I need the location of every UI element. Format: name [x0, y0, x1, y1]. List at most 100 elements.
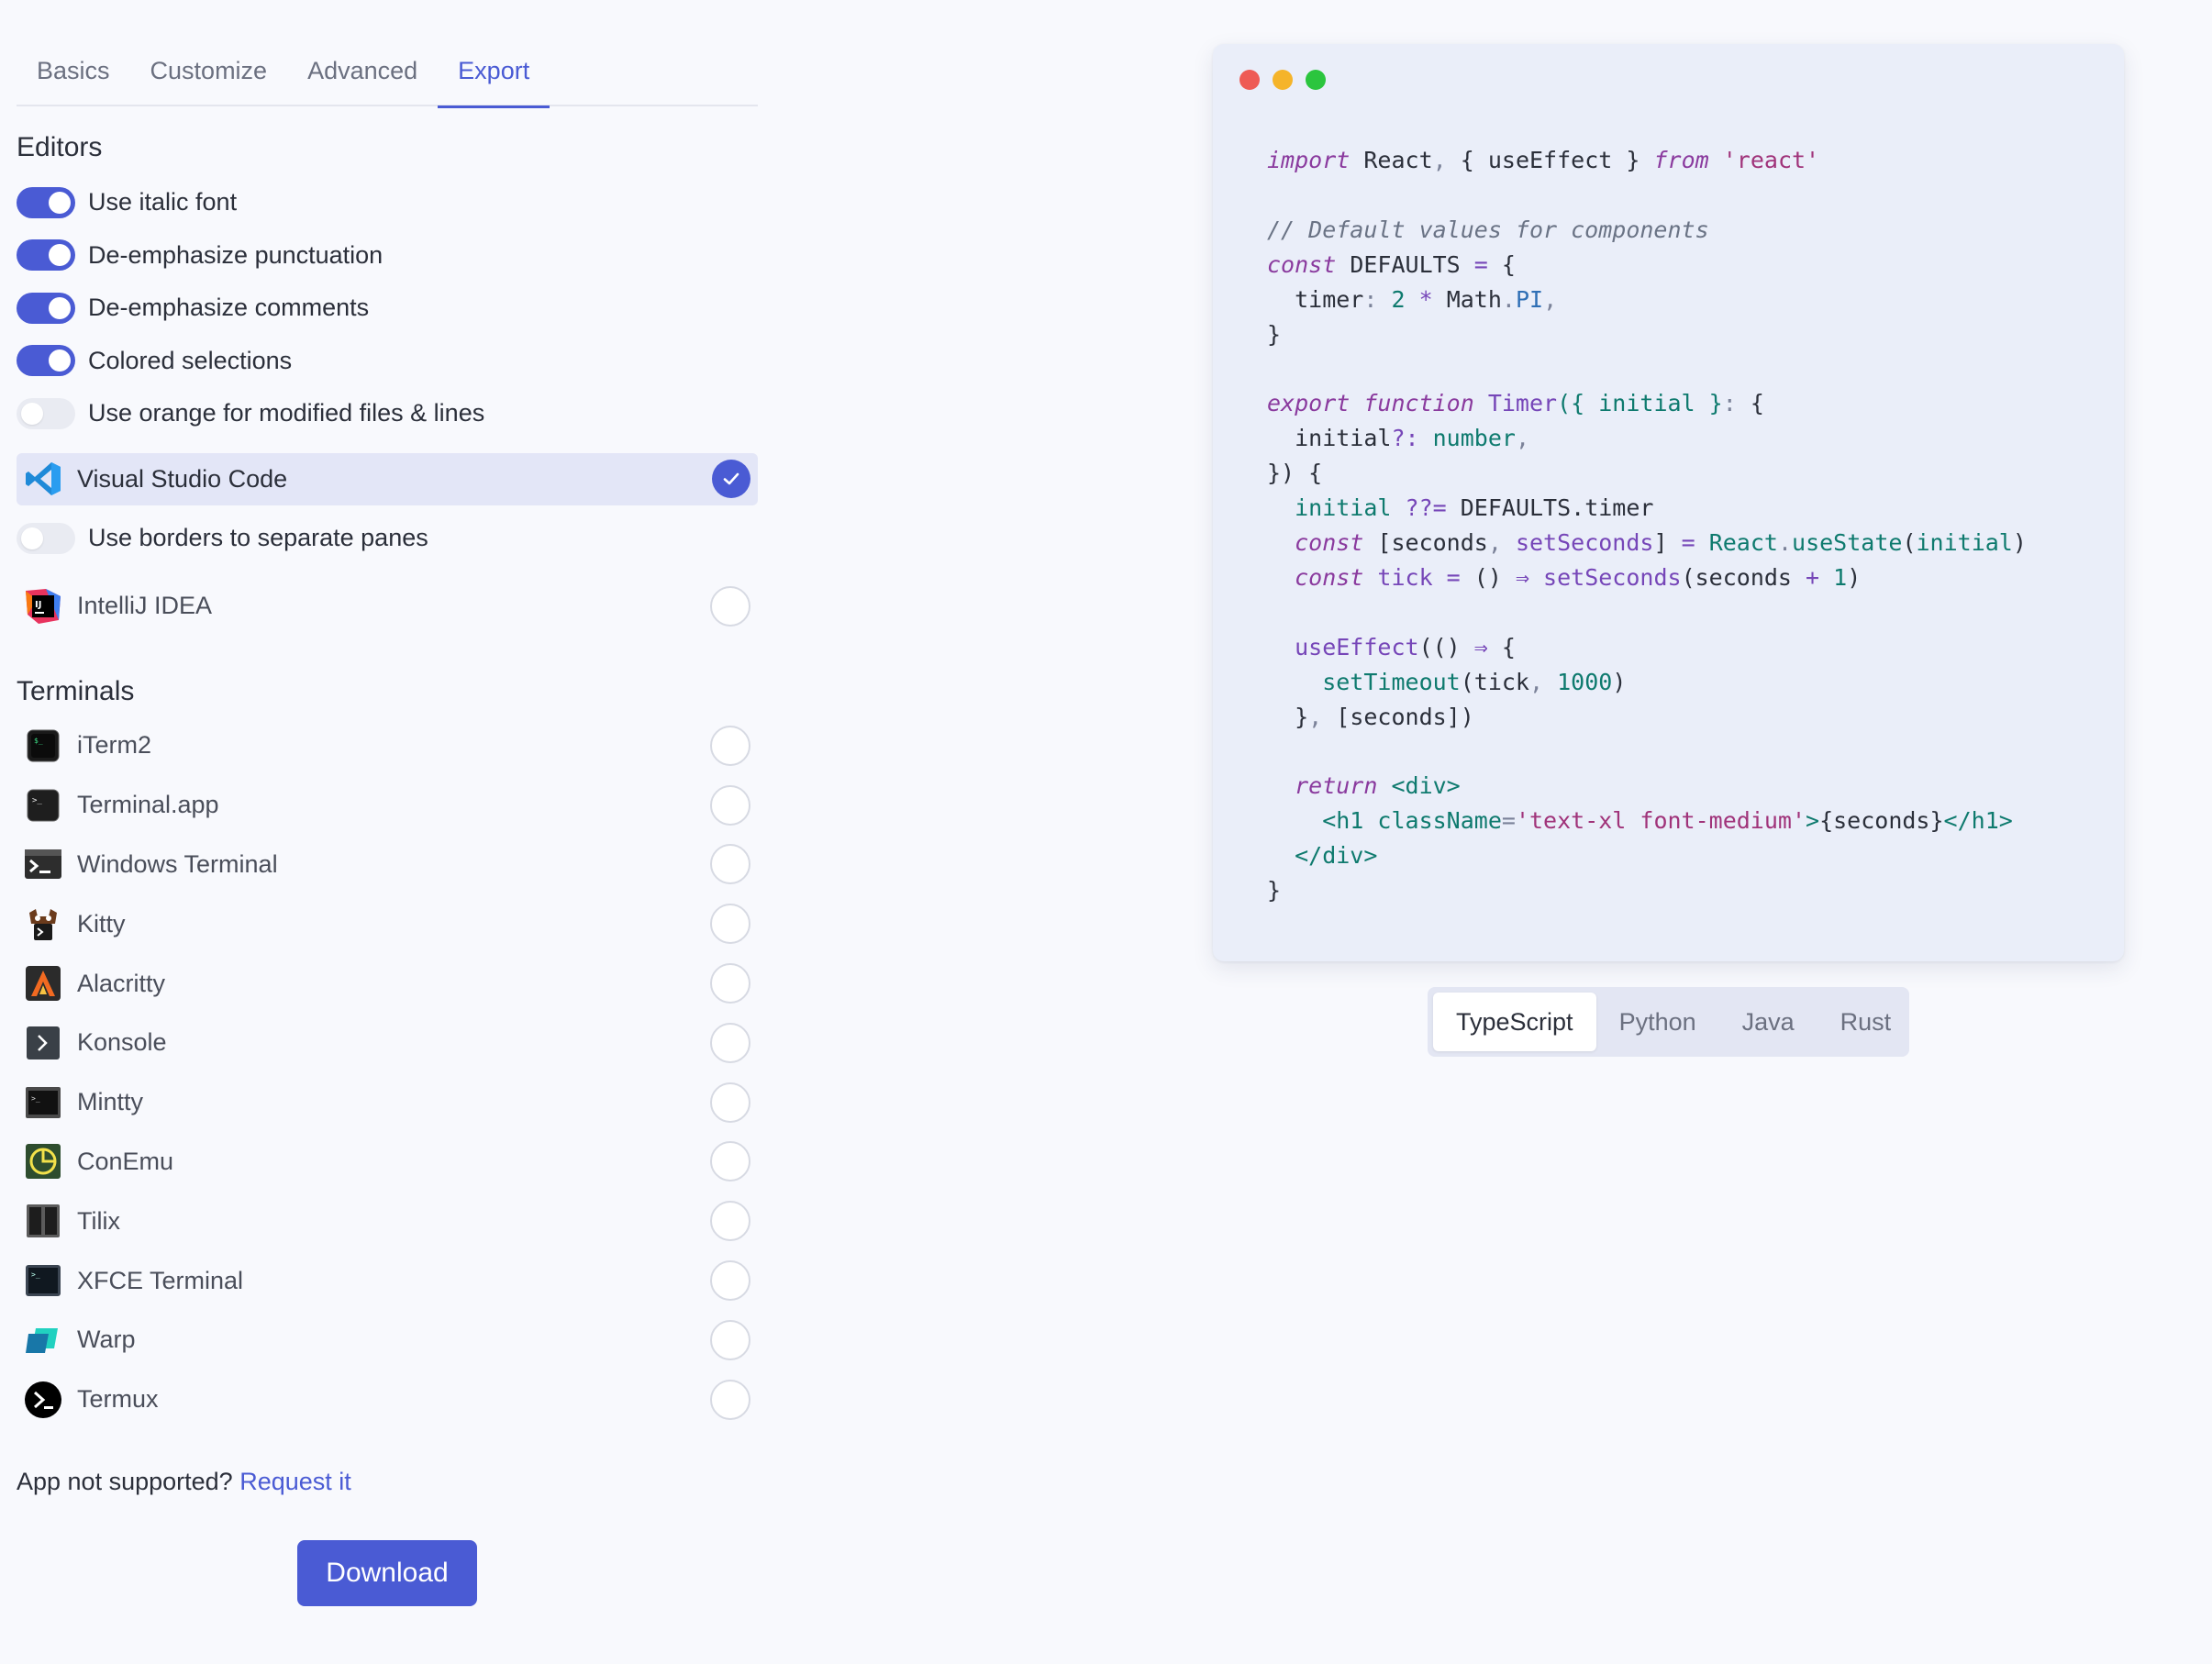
select-radio[interactable] — [710, 1379, 750, 1420]
select-radio[interactable] — [710, 1319, 750, 1360]
toggle-row-comments: De-emphasize comments — [17, 282, 758, 335]
code-token: Timer — [1473, 390, 1558, 417]
tab-customize[interactable]: Customize — [130, 37, 288, 106]
code-token: , — [1487, 528, 1502, 556]
toggle-label: De-emphasize punctuation — [88, 240, 383, 269]
warp-icon — [24, 1321, 62, 1359]
code-token: ?: — [1391, 425, 1419, 452]
code-token: ) — [1847, 563, 1862, 591]
app-row-windows-terminal[interactable]: Windows Terminal — [17, 835, 758, 894]
select-radio[interactable] — [710, 1260, 750, 1302]
app-row-vscode[interactable]: Visual Studio Code — [17, 452, 758, 505]
tab-export[interactable]: Export — [438, 37, 550, 108]
italic-font-toggle[interactable] — [17, 186, 75, 218]
code-preview-window: import React, { useEffect } from 'react'… — [1213, 44, 2124, 961]
request-app-line: App not supported? Request it — [17, 1468, 758, 1496]
tab-advanced[interactable]: Advanced — [287, 37, 438, 106]
app-row-kitty[interactable]: Kitty — [17, 894, 758, 954]
svg-text:>_: >_ — [31, 1270, 40, 1279]
svg-text:>_: >_ — [32, 796, 42, 805]
request-it-link[interactable]: Request it — [239, 1468, 351, 1495]
code-token: { — [1487, 633, 1516, 660]
select-radio[interactable] — [710, 1082, 750, 1123]
code-token: {seconds} — [1819, 807, 1944, 835]
app-row-conemu[interactable]: ConEmu — [17, 1132, 758, 1192]
select-radio[interactable] — [710, 585, 750, 627]
app-row-termux[interactable]: Termux — [17, 1370, 758, 1429]
app-row-terminal-app[interactable]: >_ Terminal.app — [17, 775, 758, 835]
app-row-konsole[interactable]: Konsole — [17, 1013, 758, 1072]
select-radio[interactable] — [710, 1141, 750, 1182]
code-token: Math — [1432, 285, 1502, 313]
code-token: useEffect — [1267, 633, 1419, 660]
select-radio[interactable] — [710, 963, 750, 1004]
app-row-alacritty[interactable]: Alacritty — [17, 954, 758, 1014]
code-token: ({ — [1557, 390, 1585, 417]
code-token: ( — [1902, 528, 1917, 556]
code-token: const — [1267, 250, 1337, 278]
app-row-warp[interactable]: Warp — [17, 1310, 758, 1370]
code-token: , — [1515, 425, 1529, 452]
code-token: (() — [1418, 633, 1461, 660]
code-token: number — [1418, 425, 1516, 452]
app-label: Termux — [77, 1385, 159, 1414]
code-sample: import React, { useEffect } from 'react'… — [1267, 143, 2027, 908]
toggle-row-italic: Use italic font — [17, 176, 758, 229]
toggle-row-orange: Use orange for modified files & lines — [17, 387, 758, 440]
minimize-dot-icon — [1273, 70, 1293, 90]
code-token: initial — [1267, 494, 1392, 522]
app-label: Warp — [77, 1326, 136, 1354]
colored-selections-toggle[interactable] — [17, 345, 75, 377]
lang-tab-java[interactable]: Java — [1719, 993, 1817, 1051]
toggle-label: Use borders to separate panes — [88, 524, 428, 551]
termux-icon — [24, 1381, 62, 1419]
checkmark-icon[interactable] — [712, 460, 750, 498]
select-radio[interactable] — [710, 1201, 750, 1242]
select-radio[interactable] — [710, 844, 750, 885]
code-token: 'react' — [1708, 147, 1820, 173]
tab-basics[interactable]: Basics — [17, 37, 130, 106]
select-radio[interactable] — [710, 1022, 750, 1063]
code-token: 'text-xl font-medium' — [1515, 807, 1806, 835]
download-button[interactable]: Download — [297, 1540, 477, 1607]
toggle-label: Use italic font — [88, 188, 238, 216]
code-token: (tick — [1460, 668, 1529, 695]
code-token: : — [1363, 285, 1378, 313]
toggle-label: Colored selections — [88, 346, 293, 374]
toggle-label: Use orange for modified files & lines — [88, 399, 485, 427]
tab-bar: Basics Customize Advanced Export — [17, 37, 758, 108]
app-row-xfce-terminal[interactable]: >_ XFCE Terminal — [17, 1251, 758, 1311]
app-row-intellij[interactable]: IJ IntelliJ IDEA — [17, 571, 758, 641]
select-radio[interactable] — [710, 784, 750, 826]
toggle-label: De-emphasize comments — [88, 294, 370, 322]
code-token: + — [1792, 563, 1820, 591]
terminal-app-icon: >_ — [24, 786, 62, 825]
select-radio[interactable] — [710, 725, 750, 766]
deemphasize-comments-toggle[interactable] — [17, 292, 75, 324]
deemphasize-punctuation-toggle[interactable] — [17, 239, 75, 272]
code-token: setSeconds — [1529, 563, 1682, 591]
code-token: , — [1308, 703, 1323, 730]
select-radio[interactable] — [710, 904, 750, 945]
lang-tab-rust[interactable]: Rust — [1817, 993, 1915, 1051]
lang-tab-python[interactable]: Python — [1596, 993, 1719, 1051]
separate-panes-toggle[interactable] — [17, 522, 75, 554]
code-token: DEFAULTS — [1336, 250, 1474, 278]
app-row-mintty[interactable]: >_ Mintty — [17, 1072, 758, 1132]
app-row-iterm2[interactable]: $_ iTerm2 — [17, 716, 758, 776]
code-token: { — [1487, 250, 1516, 278]
language-switcher: TypeScript Python Java Rust — [1428, 987, 1909, 1057]
orange-modified-toggle[interactable] — [17, 397, 75, 429]
code-token: export — [1267, 390, 1351, 417]
app-row-tilix[interactable]: Tilix — [17, 1192, 758, 1251]
code-token: return — [1267, 772, 1378, 800]
code-token: : — [1722, 390, 1737, 417]
code-token: setSeconds — [1501, 528, 1654, 556]
code-token: </div> — [1267, 842, 1378, 870]
conemu-icon — [24, 1142, 62, 1181]
code-token: ) — [2012, 528, 2027, 556]
lang-tab-typescript[interactable]: TypeScript — [1433, 993, 1596, 1051]
code-token: }) { — [1267, 460, 1323, 487]
windows-terminal-icon — [24, 845, 62, 883]
code-token: useState — [1792, 528, 1903, 556]
